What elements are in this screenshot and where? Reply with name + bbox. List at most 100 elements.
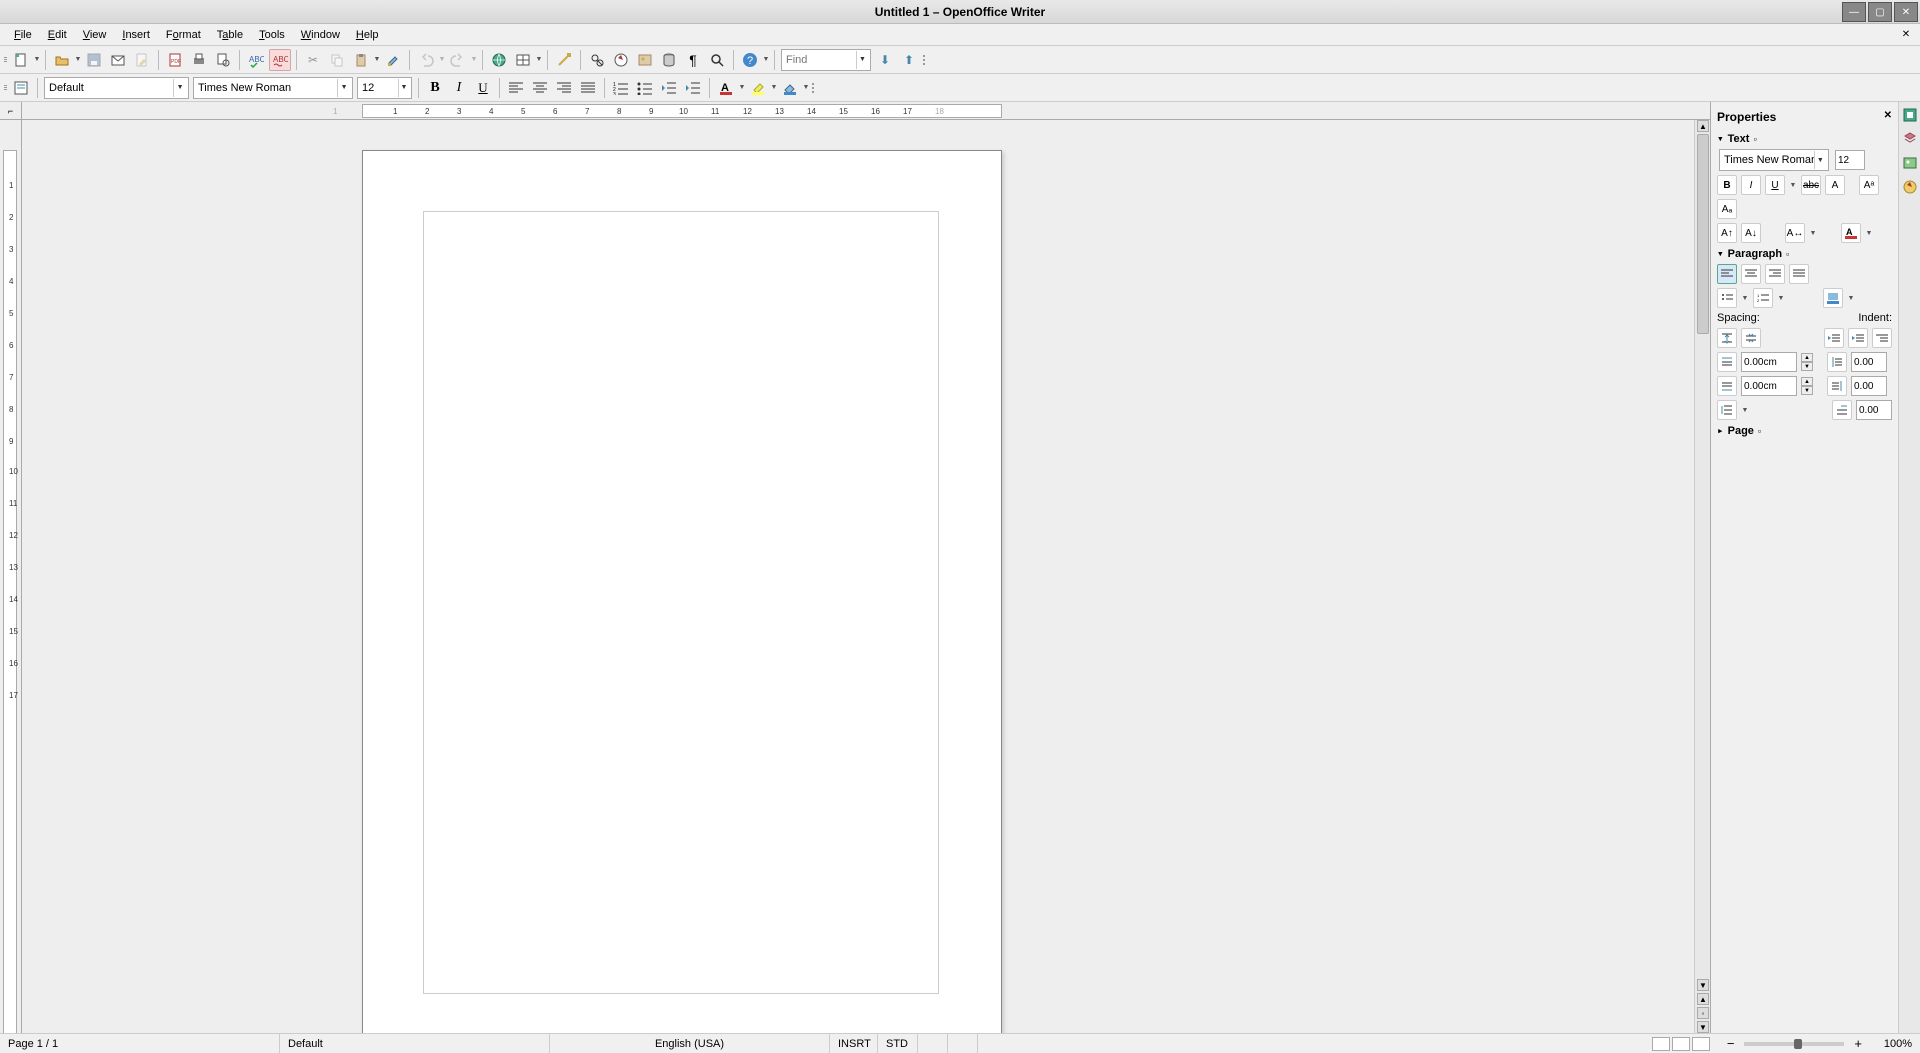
expand-icon[interactable]: ▸	[1717, 424, 1724, 437]
align-left-icon[interactable]	[505, 77, 527, 99]
sidebar-font-color-dropdown[interactable]: ▼	[1865, 230, 1873, 237]
background-color-icon[interactable]	[779, 77, 801, 99]
sidebar-shadow-icon[interactable]: A	[1825, 175, 1845, 195]
table-dropdown[interactable]: ▼	[535, 56, 543, 63]
paragraph-style-combo[interactable]: ▼	[44, 77, 189, 99]
sidebar-bgcolor-icon[interactable]	[1823, 288, 1843, 308]
sidebar-align-right-icon[interactable]	[1765, 264, 1785, 284]
nonprinting-chars-icon[interactable]: ¶	[682, 49, 704, 71]
line-spacing-dropdown[interactable]: ▼	[1741, 407, 1749, 414]
auto-spellcheck-icon[interactable]: ABC	[269, 49, 291, 71]
status-signature[interactable]	[948, 1034, 978, 1053]
more-options-icon[interactable]: ▫	[1758, 426, 1761, 436]
numbered-list-icon[interactable]: 123	[610, 77, 632, 99]
sidebar-font-color-icon[interactable]: A	[1841, 223, 1861, 243]
hyperlink-icon[interactable]	[488, 49, 510, 71]
sidebar-bgcolor-dropdown[interactable]: ▼	[1847, 295, 1855, 302]
undo-dropdown[interactable]: ▼	[438, 56, 446, 63]
paragraph-style-input[interactable]	[49, 82, 173, 94]
collapse-icon[interactable]: ▾	[1717, 247, 1724, 260]
sidebar-align-left-icon[interactable]	[1717, 264, 1737, 284]
export-pdf-icon[interactable]: PDF	[164, 49, 186, 71]
space-above-spinner[interactable]: ▲▼	[1801, 353, 1813, 371]
vertical-scrollbar[interactable]: ▲ ▼ ▲ ◦ ▼	[1694, 120, 1710, 1033]
decrease-indent-icon[interactable]	[658, 77, 680, 99]
close-button[interactable]: ✕	[1894, 2, 1918, 22]
indent-right-input[interactable]	[1851, 376, 1887, 396]
email-document-icon[interactable]	[107, 49, 129, 71]
more-options-icon[interactable]: ▫	[1786, 249, 1789, 259]
zoom-slider-knob[interactable]	[1794, 1039, 1802, 1049]
align-center-icon[interactable]	[529, 77, 551, 99]
highlight-icon[interactable]	[747, 77, 769, 99]
show-draw-functions-icon[interactable]	[553, 49, 575, 71]
open-document-icon[interactable]	[51, 49, 73, 71]
zoom-in-icon[interactable]: +	[1850, 1036, 1866, 1051]
find-toolbar-field[interactable]: ▼	[781, 49, 871, 71]
view-book-icon[interactable]	[1692, 1037, 1710, 1051]
italic-icon[interactable]: I	[448, 77, 470, 99]
menu-insert[interactable]: Insert	[114, 27, 158, 43]
line-spacing-icon[interactable]	[1717, 400, 1737, 420]
sidebar-underline-dropdown[interactable]: ▼	[1789, 182, 1797, 189]
sidebar-bullets-dropdown[interactable]: ▼	[1741, 295, 1749, 302]
sidebar-deck-navigator-icon[interactable]	[1901, 178, 1919, 196]
scroll-up-button[interactable]: ▲	[1697, 120, 1709, 132]
increase-indent-icon2[interactable]	[1824, 328, 1844, 348]
cut-icon[interactable]: ✂	[302, 49, 324, 71]
edit-file-icon[interactable]	[131, 49, 153, 71]
ruler-horizontal[interactable]: 1 1 2 3 4 5 6 7 8 9 10 11 12 13 14 15 16	[22, 102, 1710, 119]
sidebar-font-input[interactable]	[1724, 154, 1814, 166]
scroll-thumb[interactable]	[1697, 134, 1709, 334]
save-icon[interactable]	[83, 49, 105, 71]
navigation-button[interactable]: ◦	[1697, 1007, 1709, 1019]
menu-help[interactable]: Help	[348, 27, 387, 43]
sidebar-font-combo[interactable]: ▼	[1719, 149, 1829, 171]
sidebar-spacing-icon[interactable]: A↔	[1785, 223, 1805, 243]
paragraph-style-dropdown[interactable]: ▼	[173, 79, 186, 97]
new-document-icon[interactable]	[10, 49, 32, 71]
minimize-button[interactable]: —	[1842, 2, 1866, 22]
text-area[interactable]	[423, 211, 939, 994]
status-language[interactable]: English (USA)	[550, 1034, 830, 1053]
find-prev-icon[interactable]: ⬆	[898, 49, 920, 71]
find-input[interactable]	[786, 54, 856, 66]
sidebar-numbering-dropdown[interactable]: ▼	[1777, 295, 1785, 302]
toolbar-more[interactable]	[812, 83, 814, 93]
space-below-input[interactable]	[1741, 376, 1797, 396]
sidebar-bullets-icon[interactable]	[1717, 288, 1737, 308]
indent-right-icon[interactable]	[1827, 376, 1847, 396]
more-options-icon[interactable]: ▫	[1753, 134, 1756, 144]
status-selection-mode[interactable]: STD	[878, 1034, 918, 1053]
status-style[interactable]: Default	[280, 1034, 550, 1053]
sidebar-italic-icon[interactable]: I	[1741, 175, 1761, 195]
sidebar-numbering-icon[interactable]: 12	[1753, 288, 1773, 308]
sidebar-text-header[interactable]: ▾ Text ▫	[1717, 132, 1892, 145]
font-size-input[interactable]	[362, 82, 398, 94]
hanging-indent-icon[interactable]	[1872, 328, 1892, 348]
zoom-icon[interactable]	[706, 49, 728, 71]
zoom-slider[interactable]	[1744, 1042, 1844, 1046]
font-name-input[interactable]	[198, 82, 337, 94]
sidebar-spacing-dropdown[interactable]: ▼	[1809, 230, 1817, 237]
font-size-dropdown[interactable]: ▼	[398, 79, 409, 97]
sidebar-paragraph-header[interactable]: ▾ Paragraph ▫	[1717, 247, 1892, 260]
font-color-icon[interactable]: A	[715, 77, 737, 99]
sidebar-size-input[interactable]	[1835, 150, 1865, 170]
toolbar-grip[interactable]	[4, 85, 7, 90]
sidebar-justify-icon[interactable]	[1789, 264, 1809, 284]
zoom-out-icon[interactable]: −	[1723, 1036, 1739, 1051]
sidebar-close-icon[interactable]: ✕	[1884, 110, 1892, 121]
increase-indent-icon[interactable]	[682, 77, 704, 99]
spellcheck-icon[interactable]: ABC	[245, 49, 267, 71]
next-page-button[interactable]: ▼	[1697, 1021, 1709, 1033]
help-dropdown[interactable]: ▼	[762, 56, 770, 63]
sidebar-deck-gallery-icon[interactable]	[1901, 154, 1919, 172]
toolbar-more[interactable]	[923, 55, 925, 65]
paste-dropdown[interactable]: ▼	[373, 56, 381, 63]
sidebar-font-dropdown[interactable]: ▼	[1814, 151, 1826, 169]
space-above-icon[interactable]	[1717, 352, 1737, 372]
data-sources-icon[interactable]	[658, 49, 680, 71]
open-document-dropdown[interactable]: ▼	[74, 56, 82, 63]
underline-icon[interactable]: U	[472, 77, 494, 99]
